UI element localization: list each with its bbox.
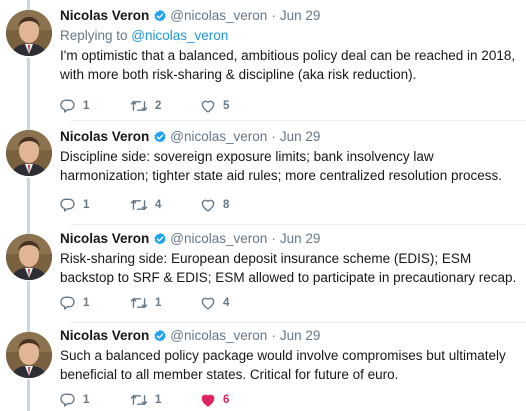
retweet-count: 2 (155, 100, 162, 112)
reply-count: 1 (83, 297, 90, 309)
author-name[interactable]: Nicolas Veron (60, 230, 149, 248)
author-name[interactable]: Nicolas Veron (60, 327, 149, 345)
retweet-count: 4 (155, 199, 162, 211)
retweet-button[interactable]: 2 (130, 98, 200, 114)
retweet-count: 1 (155, 297, 162, 309)
reply-icon (60, 296, 75, 310)
verified-badge-icon (154, 329, 166, 342)
verified-badge-icon (154, 232, 166, 245)
tweet-thread: Nicolas Veron @nicolas_veron · Jun 29 Re… (0, 0, 526, 411)
reply-button[interactable]: 1 (60, 197, 130, 213)
separator-dot: · (271, 129, 276, 144)
reply-button[interactable]: 1 (60, 392, 130, 408)
retweet-icon (130, 101, 148, 111)
tweet[interactable]: Nicolas Veron @nicolas_veron · Jun 29 Su… (0, 322, 526, 411)
replying-to: Replying to @nicolas_veron (60, 27, 518, 45)
verified-badge-icon (154, 9, 166, 22)
tweet-actions: 1 1 6 (60, 391, 270, 409)
like-button[interactable]: 6 (200, 392, 270, 408)
separator-dot: · (271, 231, 276, 246)
tweet-header: Nicolas Veron @nicolas_veron · Jun 29 (60, 7, 518, 25)
reply-icon (60, 393, 75, 407)
retweet-icon (130, 200, 148, 210)
tweet-actions: 1 2 5 (60, 97, 270, 115)
avatar-photo (6, 10, 52, 56)
like-button[interactable]: 5 (200, 98, 270, 114)
author-handle[interactable]: @nicolas_veron (170, 7, 267, 25)
reply-count: 1 (83, 199, 90, 211)
author-handle[interactable]: @nicolas_veron (170, 230, 267, 248)
retweet-button[interactable]: 1 (130, 295, 200, 311)
author-handle[interactable]: @nicolas_veron (170, 327, 267, 345)
retweet-count: 1 (155, 394, 162, 406)
verified-badge-icon (154, 130, 166, 143)
retweet-button[interactable]: 4 (130, 197, 200, 213)
tweet[interactable]: Nicolas Veron @nicolas_veron · Jun 29 Ri… (0, 224, 526, 322)
reply-icon (60, 198, 75, 212)
tweet-text: Risk-sharing side: European deposit insu… (60, 251, 517, 285)
author-handle[interactable]: @nicolas_veron (170, 128, 267, 146)
tweet-actions: 1 1 4 (60, 294, 270, 312)
avatar[interactable] (6, 332, 52, 378)
separator-dot: · (271, 328, 276, 343)
tweet-date[interactable]: Jun 29 (280, 327, 321, 345)
reply-count: 1 (83, 394, 90, 406)
tweet-text: Such a balanced policy package would inv… (60, 348, 506, 382)
avatar[interactable] (6, 10, 52, 56)
heart-icon (201, 100, 215, 113)
tweet-header: Nicolas Veron @nicolas_veron · Jun 29 (60, 327, 518, 345)
tweet-date[interactable]: Jun 29 (280, 230, 321, 248)
heart-icon (201, 199, 215, 212)
reply-button[interactable]: 1 (60, 98, 130, 114)
separator-dot: · (271, 8, 276, 23)
avatar[interactable] (6, 234, 52, 280)
avatar-photo (6, 234, 52, 280)
reply-button[interactable]: 1 (60, 295, 130, 311)
replying-to-link[interactable]: @nicolas_veron (131, 28, 228, 43)
avatar-photo (6, 130, 52, 176)
heart-icon (201, 394, 215, 407)
retweet-icon (130, 395, 148, 405)
like-count: 5 (223, 100, 230, 112)
tweet-header: Nicolas Veron @nicolas_veron · Jun 29 (60, 230, 518, 248)
replying-prefix: Replying to (60, 28, 132, 43)
avatar-photo (6, 332, 52, 378)
retweet-icon (130, 298, 148, 308)
avatar[interactable] (6, 130, 52, 176)
like-count: 8 (223, 199, 230, 211)
retweet-button[interactable]: 1 (130, 392, 200, 408)
like-button[interactable]: 8 (200, 197, 270, 213)
tweet-actions: 1 4 8 (60, 196, 270, 214)
tweet-header: Nicolas Veron @nicolas_veron · Jun 29 (60, 128, 518, 146)
author-name[interactable]: Nicolas Veron (60, 128, 149, 146)
like-count: 4 (223, 297, 230, 309)
tweet-text: Discipline side: sovereign exposure limi… (60, 149, 502, 183)
tweet[interactable]: Nicolas Veron @nicolas_veron · Jun 29 Di… (0, 120, 526, 224)
heart-icon (201, 297, 215, 310)
like-button[interactable]: 4 (200, 295, 270, 311)
tweet-text: I'm optimistic that a balanced, ambitiou… (60, 48, 516, 82)
reply-count: 1 (83, 100, 90, 112)
tweet-date[interactable]: Jun 29 (280, 7, 321, 25)
reply-icon (60, 99, 75, 113)
tweet[interactable]: Nicolas Veron @nicolas_veron · Jun 29 Re… (0, 0, 526, 120)
like-count: 6 (223, 394, 230, 406)
author-name[interactable]: Nicolas Veron (60, 7, 149, 25)
tweet-date[interactable]: Jun 29 (280, 128, 321, 146)
